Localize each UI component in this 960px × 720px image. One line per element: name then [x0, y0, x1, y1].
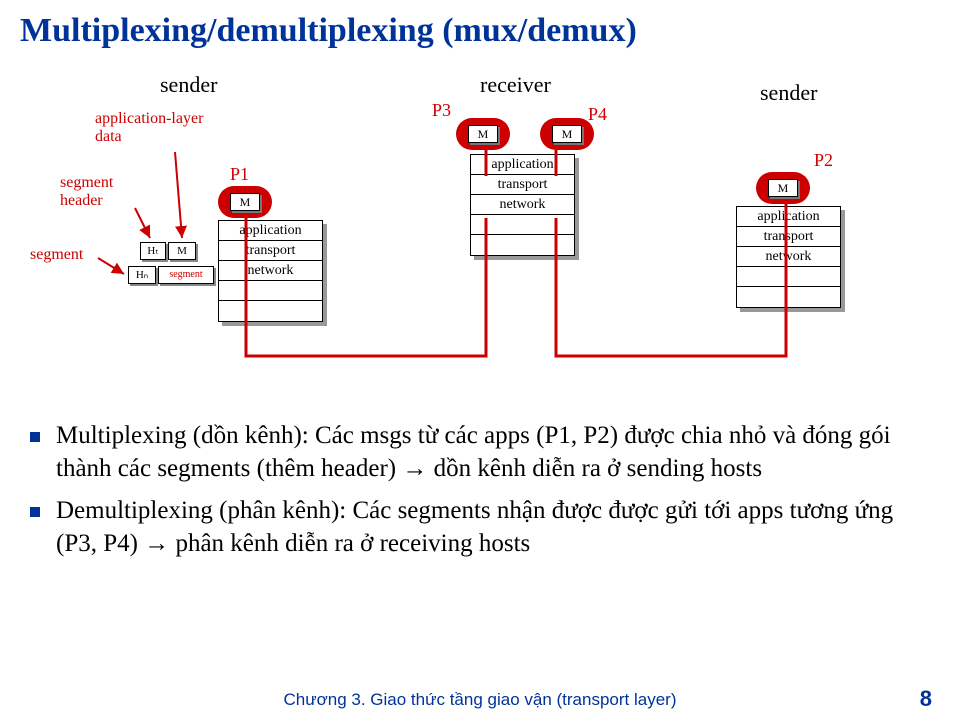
label-segment: segment — [30, 246, 83, 264]
label-receiver: receiver — [480, 72, 551, 98]
row-blank — [471, 215, 574, 235]
bullet-square-icon — [30, 507, 40, 517]
process-p3: M — [456, 118, 510, 150]
row-blank — [471, 235, 574, 255]
row-transport: transport — [471, 175, 574, 195]
label-segment-header: segment header — [60, 174, 113, 210]
seg-ht: Hₜ — [140, 242, 166, 260]
label-p1: P1 — [230, 164, 249, 185]
row-blank — [737, 267, 840, 287]
process-p1-m: M — [230, 193, 260, 211]
bullet-item: Demultiplexing (phân kênh): Các segments… — [30, 495, 930, 560]
process-p2-m: M — [768, 179, 798, 197]
seg-segment: segment — [158, 266, 214, 284]
row-transport: transport — [737, 227, 840, 247]
footer-text: Chương 3. Giao thức tầng giao vận (trans… — [0, 690, 960, 710]
row-blank — [219, 281, 322, 301]
label-p3: P3 — [432, 100, 451, 121]
process-p4: M — [540, 118, 594, 150]
label-sender-right: sender — [760, 80, 817, 106]
label-app-layer-data: application-layer data — [95, 110, 203, 146]
row-network: network — [471, 195, 574, 215]
diagram: sender receiver sender application-layer… — [0, 62, 960, 422]
label-sender-left: sender — [160, 72, 217, 98]
row-blank — [219, 301, 322, 321]
row-application: application — [471, 155, 574, 175]
row-transport: transport — [219, 241, 322, 261]
process-p1: M — [218, 186, 272, 218]
page-number: 8 — [920, 686, 932, 712]
row-network: network — [737, 247, 840, 267]
bullet-list: Multiplexing (dồn kênh): Các msgs từ các… — [30, 420, 930, 570]
label-p4: P4 — [588, 104, 607, 125]
process-p4-m: M — [552, 125, 582, 143]
process-p2: M — [756, 172, 810, 204]
bullet-item: Multiplexing (dồn kênh): Các msgs từ các… — [30, 420, 930, 485]
bullet-text: Demultiplexing (phân kênh): Các segments… — [56, 495, 930, 560]
row-application: application — [219, 221, 322, 241]
bullet-square-icon — [30, 432, 40, 442]
stack-sender-right: application transport network — [736, 206, 841, 308]
label-p2: P2 — [814, 150, 833, 171]
page-title: Multiplexing/demultiplexing (mux/demux) — [20, 12, 637, 50]
process-p3-m: M — [468, 125, 498, 143]
row-blank — [737, 287, 840, 307]
seg-m: M — [168, 242, 196, 260]
row-application: application — [737, 207, 840, 227]
bullet-text: Multiplexing (dồn kênh): Các msgs từ các… — [56, 420, 930, 485]
stack-sender-left: application transport network — [218, 220, 323, 322]
seg-hn: Hₙ — [128, 266, 156, 284]
row-network: network — [219, 261, 322, 281]
stack-receiver: application transport network — [470, 154, 575, 256]
